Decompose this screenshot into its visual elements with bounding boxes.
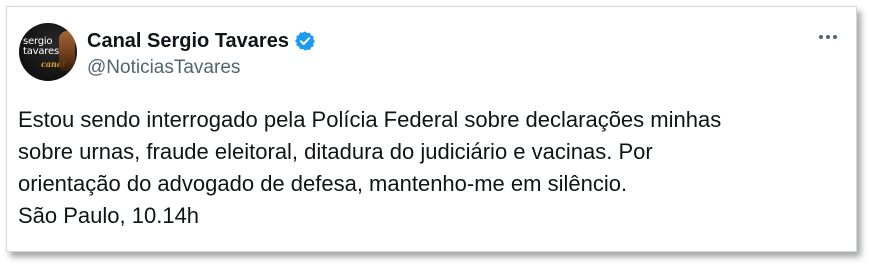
author-handle[interactable]: @NoticiasTavares: [87, 57, 240, 79]
tweet-text-line: Estou sendo interrogado pela Polícia Fed…: [18, 107, 722, 132]
tweet-text: Estou sendo interrogado pela Polícia Fed…: [18, 104, 848, 232]
author-name-row: Canal Sergio Tavares: [87, 29, 316, 53]
author-display-name[interactable]: Canal Sergio Tavares: [87, 30, 289, 53]
tweet-card[interactable]: sergio tavares canal Canal Sergio Tavare…: [6, 6, 857, 252]
tweet-text-line: orientação do advogado de defesa, manten…: [18, 171, 628, 196]
avatar[interactable]: sergio tavares canal: [19, 23, 77, 81]
tweet-text-line: sobre urnas, fraude eleitoral, ditadura …: [18, 139, 653, 164]
more-horizontal-icon: [819, 35, 837, 39]
verified-badge-icon: [294, 30, 316, 52]
avatar-logo-text: sergio tavares: [23, 36, 59, 57]
tweet-text-line: São Paulo, 10.14h: [18, 203, 200, 228]
more-options-button[interactable]: [814, 27, 842, 47]
avatar-portrait: [59, 31, 75, 71]
